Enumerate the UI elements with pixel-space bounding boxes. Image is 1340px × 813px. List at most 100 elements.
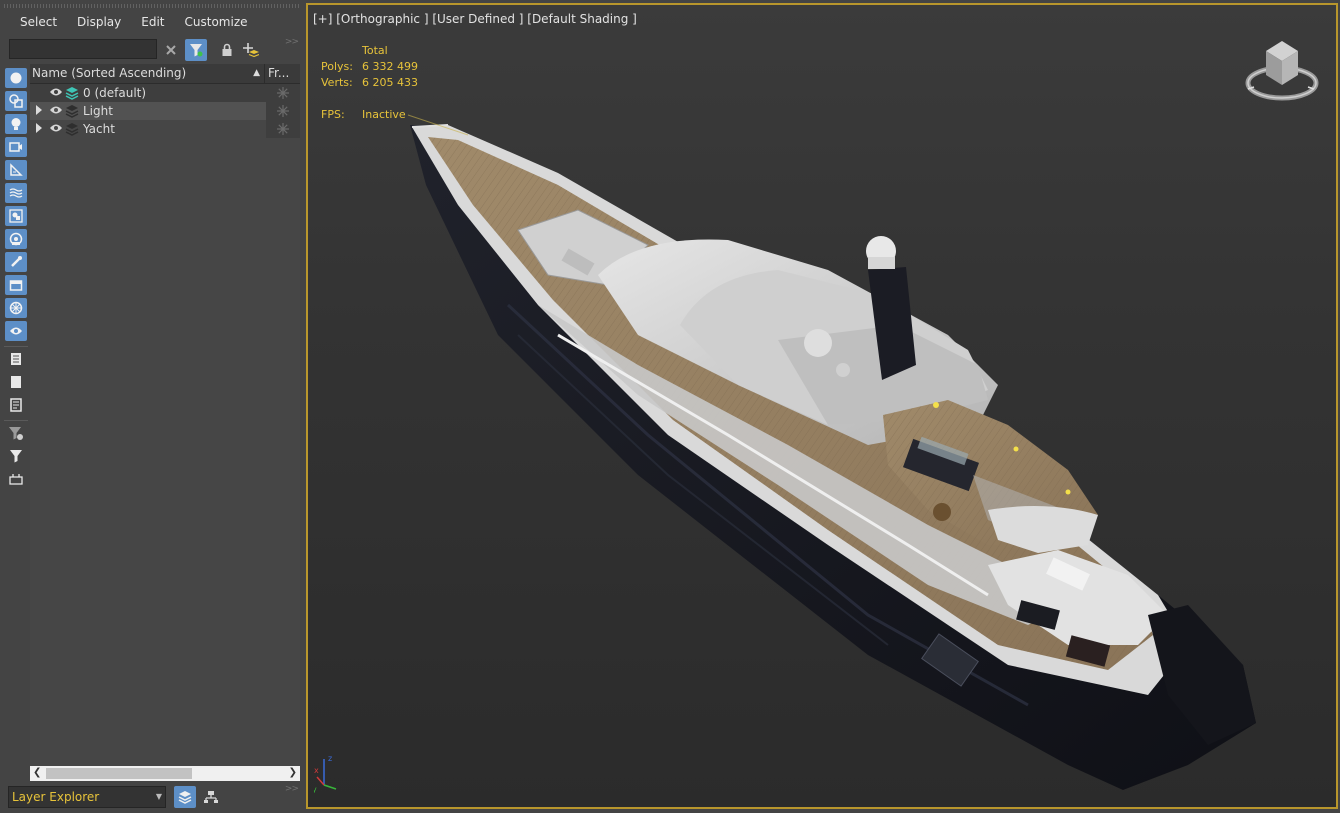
layer-name: Yacht — [83, 122, 115, 136]
filter-space-warps-button[interactable] — [5, 183, 27, 203]
yacht-model-render — [407, 114, 1256, 790]
filter-cameras-button[interactable] — [5, 137, 27, 157]
toolbar-separator — [4, 346, 28, 347]
explorer-bottom-bar: Layer Explorer ▼ >> — [0, 784, 304, 811]
scroll-right-icon[interactable]: ❯ — [289, 767, 297, 778]
menu-customize[interactable]: Customize — [175, 12, 258, 36]
stats-verts-label: Verts: — [321, 76, 353, 89]
hidden-icon — [10, 327, 22, 335]
invert-display-button[interactable] — [5, 395, 27, 415]
column-name-label: Name (Sorted Ascending) — [32, 66, 187, 80]
stats-total-header: Total — [362, 44, 388, 57]
bar-overflow-icon[interactable]: >> — [285, 784, 299, 794]
layer-name: 0 (default) — [83, 86, 147, 100]
geometry-icon — [10, 72, 22, 84]
column-header-name[interactable]: Name (Sorted Ascending) ▲ — [30, 64, 265, 83]
search-input[interactable] — [9, 39, 157, 59]
lock-toggle-button[interactable] — [216, 39, 238, 61]
filter-bones-button[interactable] — [5, 252, 27, 272]
shapes-icon — [9, 94, 23, 108]
visibility-eye-icon[interactable] — [49, 105, 63, 115]
tree-row-default-layer[interactable]: 0 (default) — [30, 84, 300, 102]
filter-frozen-button[interactable] — [5, 298, 27, 318]
svg-text:y: y — [314, 785, 317, 793]
stats-fps-value: Inactive — [362, 108, 406, 121]
chevron-down-icon: ▼ — [155, 792, 162, 801]
menu-edit[interactable]: Edit — [131, 12, 174, 36]
stats-verts-value: 6 205 433 — [362, 76, 418, 89]
layer-name: Light — [83, 104, 113, 118]
viewcube-icon[interactable] — [1244, 35, 1320, 105]
filter-toggle-button[interactable] — [185, 39, 207, 61]
axis-tripod-icon: z x y — [314, 754, 337, 793]
tree-header: Name (Sorted Ascending) ▲ Fr... — [30, 64, 300, 84]
display-none-icon — [11, 376, 21, 388]
sort-by-layer-button[interactable] — [174, 786, 196, 808]
expand-arrow-icon[interactable] — [36, 123, 42, 133]
filter-containers-button[interactable] — [5, 275, 27, 295]
filter-settings-button[interactable] — [5, 423, 27, 443]
invert-display-icon — [10, 398, 22, 412]
visibility-eye-icon[interactable] — [49, 87, 63, 97]
panel-grip[interactable] — [4, 4, 300, 8]
horizontal-scrollbar[interactable]: ❮ ❯ — [30, 766, 300, 781]
menu-select[interactable]: Select — [0, 12, 67, 36]
xrefs-icon — [9, 232, 23, 246]
stats-polys-value: 6 332 499 — [362, 60, 418, 73]
layer-icon[interactable] — [65, 104, 79, 118]
cameras-icon — [9, 142, 22, 152]
svg-text:z: z — [328, 754, 332, 763]
freeze-snowflake-icon[interactable] — [277, 87, 289, 99]
column-header-frozen[interactable]: Fr... — [266, 64, 302, 83]
filter-shapes-button[interactable] — [5, 91, 27, 111]
display-none-button[interactable] — [5, 372, 27, 392]
frozen-icon — [9, 301, 23, 315]
freeze-snowflake-icon[interactable] — [277, 123, 289, 135]
filter-geometry-button[interactable] — [5, 68, 27, 88]
stats-fps-label: FPS: — [321, 108, 345, 121]
tree-row-yacht-layer[interactable]: Yacht — [30, 120, 300, 138]
create-layer-button[interactable] — [240, 39, 262, 61]
toolbar-separator — [4, 420, 28, 421]
selection-filter-icon — [10, 450, 22, 463]
space-warps-icon — [9, 188, 23, 198]
helpers-icon — [10, 163, 23, 176]
scene-explorer-panel: Select Display Edit Customize >> Name (S… — [0, 0, 304, 813]
toolbar-overflow-icon[interactable]: >> — [285, 37, 299, 47]
explorer-type-dropdown[interactable]: Layer Explorer ▼ — [8, 786, 166, 808]
filter-xrefs-button[interactable] — [5, 229, 27, 249]
expand-arrow-icon[interactable] — [36, 105, 42, 115]
active-layer-icon[interactable] — [65, 86, 79, 100]
lock-icon — [222, 43, 232, 56]
tree-row-light-layer[interactable]: Light — [30, 102, 300, 120]
layer-icon[interactable] — [65, 122, 79, 136]
freeze-snowflake-icon[interactable] — [277, 105, 289, 117]
groups-icon — [9, 209, 23, 223]
layers-icon — [178, 791, 192, 804]
filter-groups-button[interactable] — [5, 206, 27, 226]
sort-ascending-icon: ▲ — [253, 68, 260, 78]
filter-icon — [190, 44, 203, 57]
lights-icon — [11, 118, 21, 130]
filter-helpers-button[interactable] — [5, 160, 27, 180]
add-layer-icon — [243, 43, 259, 58]
scrollbar-thumb[interactable] — [46, 768, 192, 779]
filter-lights-button[interactable] — [5, 114, 27, 134]
explorer-menubar: Select Display Edit Customize — [0, 12, 304, 36]
display-all-icon — [11, 353, 21, 365]
visibility-eye-icon[interactable] — [49, 123, 63, 133]
filter-hidden-button[interactable] — [5, 321, 27, 341]
hierarchy-icon — [204, 791, 218, 803]
search-toolbar: >> — [0, 37, 304, 62]
viewport-label-menu[interactable]: [+] [Orthographic ] [User Defined ] [Def… — [313, 12, 637, 26]
clear-search-button[interactable] — [160, 39, 182, 61]
perspective-viewport[interactable]: [+] [Orthographic ] [User Defined ] [Def… — [306, 3, 1338, 809]
menu-display[interactable]: Display — [67, 12, 131, 36]
selection-filter-button[interactable] — [5, 446, 27, 466]
display-all-button[interactable] — [5, 349, 27, 369]
select-dependents-button[interactable] — [5, 469, 27, 489]
close-icon — [166, 45, 176, 55]
explorer-type-value: Layer Explorer — [12, 790, 100, 804]
scroll-left-icon[interactable]: ❮ — [33, 767, 41, 778]
sort-by-hierarchy-button[interactable] — [200, 786, 222, 808]
